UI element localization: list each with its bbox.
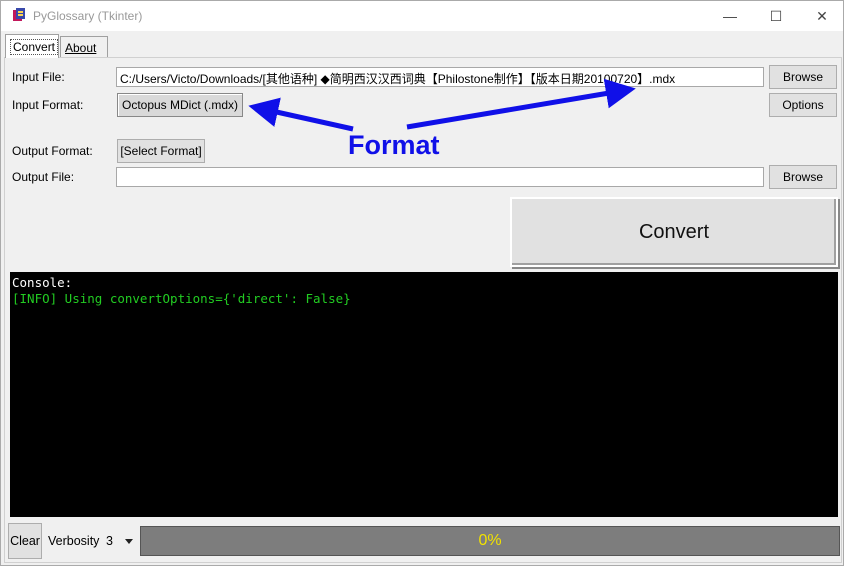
input-file-field[interactable]: C:/Users/Victo/Downloads/[其他语种] ◆简明西汉汉西词… <box>116 67 764 87</box>
window-title: PyGlossary (Tkinter) <box>33 9 143 23</box>
maximize-button[interactable]: ☐ <box>753 1 799 31</box>
chevron-down-icon <box>125 539 133 544</box>
verbosity-select[interactable]: 3 <box>101 527 137 555</box>
input-format-label: Input Format: <box>12 98 84 112</box>
console-line: Console: <box>12 275 73 290</box>
output-file-label: Output File: <box>12 170 75 184</box>
output-format-label: Output Format: <box>12 144 93 158</box>
minimize-icon: — <box>723 8 737 24</box>
output-file-field[interactable] <box>116 167 764 187</box>
tab-convert-label: Convert <box>10 38 59 55</box>
maximize-icon: ☐ <box>769 7 783 24</box>
input-format-button[interactable]: Octopus MDict (.mdx) <box>117 93 243 117</box>
close-icon: ✕ <box>816 7 828 24</box>
tab-convert[interactable]: Convert <box>5 34 59 58</box>
progress-text: 0% <box>478 532 502 549</box>
minimize-button[interactable]: — <box>707 1 753 31</box>
output-browse-button[interactable]: Browse <box>769 165 837 189</box>
pyglossary-app-icon <box>13 8 25 21</box>
input-browse-button[interactable]: Browse <box>769 65 837 89</box>
tab-about[interactable]: About <box>60 36 108 58</box>
output-format-button[interactable]: [Select Format] <box>117 139 205 163</box>
verbosity-label: Verbosity <box>48 534 100 548</box>
input-file-label: Input File: <box>12 70 65 84</box>
verbosity-value: 3 <box>106 534 113 548</box>
console-output[interactable]: Console: [INFO] Using convertOptions={'d… <box>10 272 838 517</box>
console-line: [INFO] Using convertOptions={'direct': F… <box>12 291 351 306</box>
app-window: PyGlossary (Tkinter) — ☐ ✕ Convert About… <box>0 0 844 566</box>
title-bar[interactable]: PyGlossary (Tkinter) — ☐ ✕ <box>1 1 843 31</box>
tab-about-label: About <box>65 40 97 55</box>
annotation-label: Format <box>348 130 440 160</box>
clear-button[interactable]: Clear <box>8 523 42 559</box>
convert-button[interactable]: Convert <box>510 197 838 267</box>
progress-bar: 0% <box>140 526 840 556</box>
close-button[interactable]: ✕ <box>799 1 844 31</box>
options-button[interactable]: Options <box>769 93 837 117</box>
